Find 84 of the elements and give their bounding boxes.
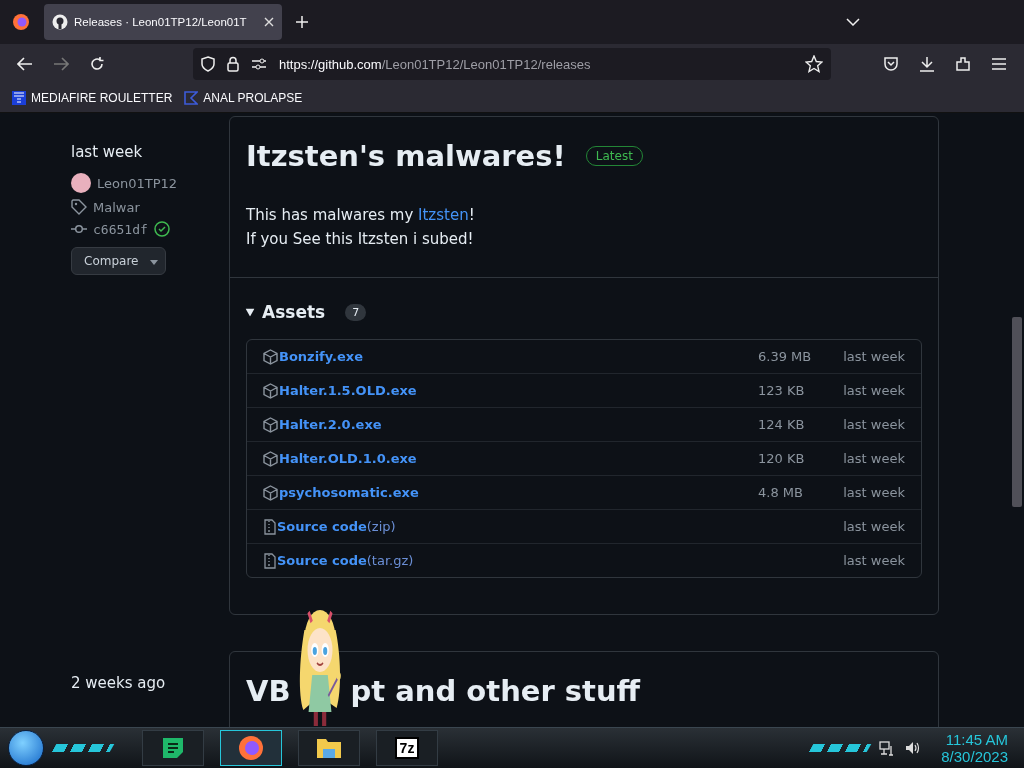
- archiver-app-icon: 7z: [394, 737, 420, 759]
- release-title[interactable]: Itzsten's malwares!: [246, 139, 566, 173]
- package-icon: [263, 416, 278, 433]
- pocket-icon[interactable]: [883, 56, 899, 72]
- asset-date: last week: [842, 451, 905, 466]
- asset-link[interactable]: Halter.2.0.exe: [279, 417, 382, 432]
- asset-date: last week: [842, 519, 905, 534]
- permissions-icon[interactable]: [251, 58, 267, 70]
- reload-icon[interactable]: [89, 56, 105, 72]
- new-tab-icon[interactable]: [296, 16, 308, 28]
- asset-date: last week: [842, 349, 905, 364]
- tag-icon: [71, 199, 87, 215]
- release-date: 2 weeks ago: [71, 674, 167, 692]
- notes-app-icon: [160, 735, 186, 761]
- asset-date: last week: [842, 553, 905, 568]
- bookmark-favicon: [12, 91, 26, 105]
- volume-icon[interactable]: [905, 740, 922, 756]
- package-icon: [263, 484, 278, 501]
- taskbar-ornament: [51, 744, 115, 752]
- disclosure-triangle-icon[interactable]: [245, 308, 255, 316]
- release-title-fragment: pt and other stuff: [350, 674, 641, 708]
- bookmark-link[interactable]: MEDIAFIRE ROULETTER: [12, 91, 173, 105]
- asset-size: 123 KB: [758, 383, 806, 398]
- description-text: This has malwares my: [246, 206, 415, 224]
- zip-file-icon: [263, 552, 276, 569]
- mention-link[interactable]: Itzsten: [418, 206, 469, 224]
- package-icon: [263, 450, 278, 467]
- github-icon: [52, 14, 68, 30]
- avatar-circle: [71, 173, 91, 193]
- bookmark-link[interactable]: ANAL PROLAPSE: [184, 91, 303, 105]
- asset-count: 7: [345, 303, 367, 321]
- package-icon: [263, 348, 278, 365]
- caret-icon: [150, 260, 159, 265]
- shield-icon[interactable]: [201, 56, 215, 72]
- asset-date: last week: [842, 383, 905, 398]
- assets-toggle[interactable]: Assets 7: [246, 302, 922, 322]
- description-text: !: [468, 206, 475, 224]
- chevron-down-icon[interactable]: [846, 18, 860, 26]
- asset-size: 4.8 MB: [758, 485, 804, 500]
- taskbar-ornament: [808, 744, 872, 752]
- lock-icon[interactable]: [227, 56, 239, 72]
- menu-icon[interactable]: [991, 57, 1007, 71]
- asset-link[interactable]: Source code(zip): [277, 519, 396, 534]
- sigma-icon: [184, 91, 199, 105]
- release-date: last week: [71, 143, 144, 161]
- asset-link[interactable]: psychosomatic.exe: [279, 485, 419, 500]
- url-text: https://github.com/Leon01TP12/Leon01TP12/releases: [279, 56, 591, 72]
- description-text: If you See this Itzsten i subed!: [246, 230, 474, 248]
- asset-size: 120 KB: [758, 451, 806, 466]
- browser-tab[interactable]: Releases · Leon01TP12/Leon01T: [44, 4, 282, 40]
- taskbar-app-button[interactable]: [220, 730, 282, 766]
- compare-button[interactable]: Compare: [71, 247, 166, 275]
- taskbar-app-button[interactable]: 7z: [376, 730, 438, 766]
- commit-icon: [71, 224, 87, 234]
- back-icon[interactable]: [17, 57, 33, 71]
- tag-link[interactable]: Malwar: [93, 199, 140, 215]
- asset-date: last week: [842, 485, 905, 500]
- browser-logo-icon[interactable]: [12, 13, 30, 31]
- asset-size: 124 KB: [758, 417, 806, 432]
- zip-file-icon: [263, 518, 276, 535]
- commit-link[interactable]: c6651df: [93, 221, 148, 237]
- asset-link[interactable]: Source code(tar.gz): [277, 553, 414, 568]
- taskbar-app-button[interactable]: [298, 730, 360, 766]
- taskbar-app-button[interactable]: [142, 730, 204, 766]
- author-link[interactable]: Leon01TP12: [97, 175, 178, 191]
- asset-link[interactable]: Halter.1.5.OLD.exe: [279, 383, 417, 398]
- extensions-icon[interactable]: [955, 56, 971, 72]
- download-icon[interactable]: [919, 56, 935, 72]
- address-bar[interactable]: https://github.com/Leon01TP12/Leon01TP12/releases: [193, 48, 831, 80]
- release-title-fragment: VB: [246, 674, 291, 708]
- browser-app-icon: [238, 735, 264, 761]
- asset-link[interactable]: Bonzify.exe: [279, 349, 363, 364]
- clock-date[interactable]: 8/30/2023: [941, 748, 1008, 765]
- asset-date: last week: [842, 417, 905, 432]
- star-icon[interactable]: [805, 55, 823, 73]
- close-icon[interactable]: [264, 17, 274, 27]
- clock-time[interactable]: 11:45 AM: [945, 731, 1008, 748]
- scrollbar-thumb[interactable]: [1012, 317, 1022, 507]
- network-icon[interactable]: [879, 740, 896, 756]
- asset-size: 6.39 MB: [758, 349, 813, 364]
- forward-icon[interactable]: [53, 57, 69, 71]
- asset-link[interactable]: Halter.OLD.1.0.exe: [279, 451, 417, 466]
- package-icon: [263, 382, 278, 399]
- start-button[interactable]: [8, 730, 44, 766]
